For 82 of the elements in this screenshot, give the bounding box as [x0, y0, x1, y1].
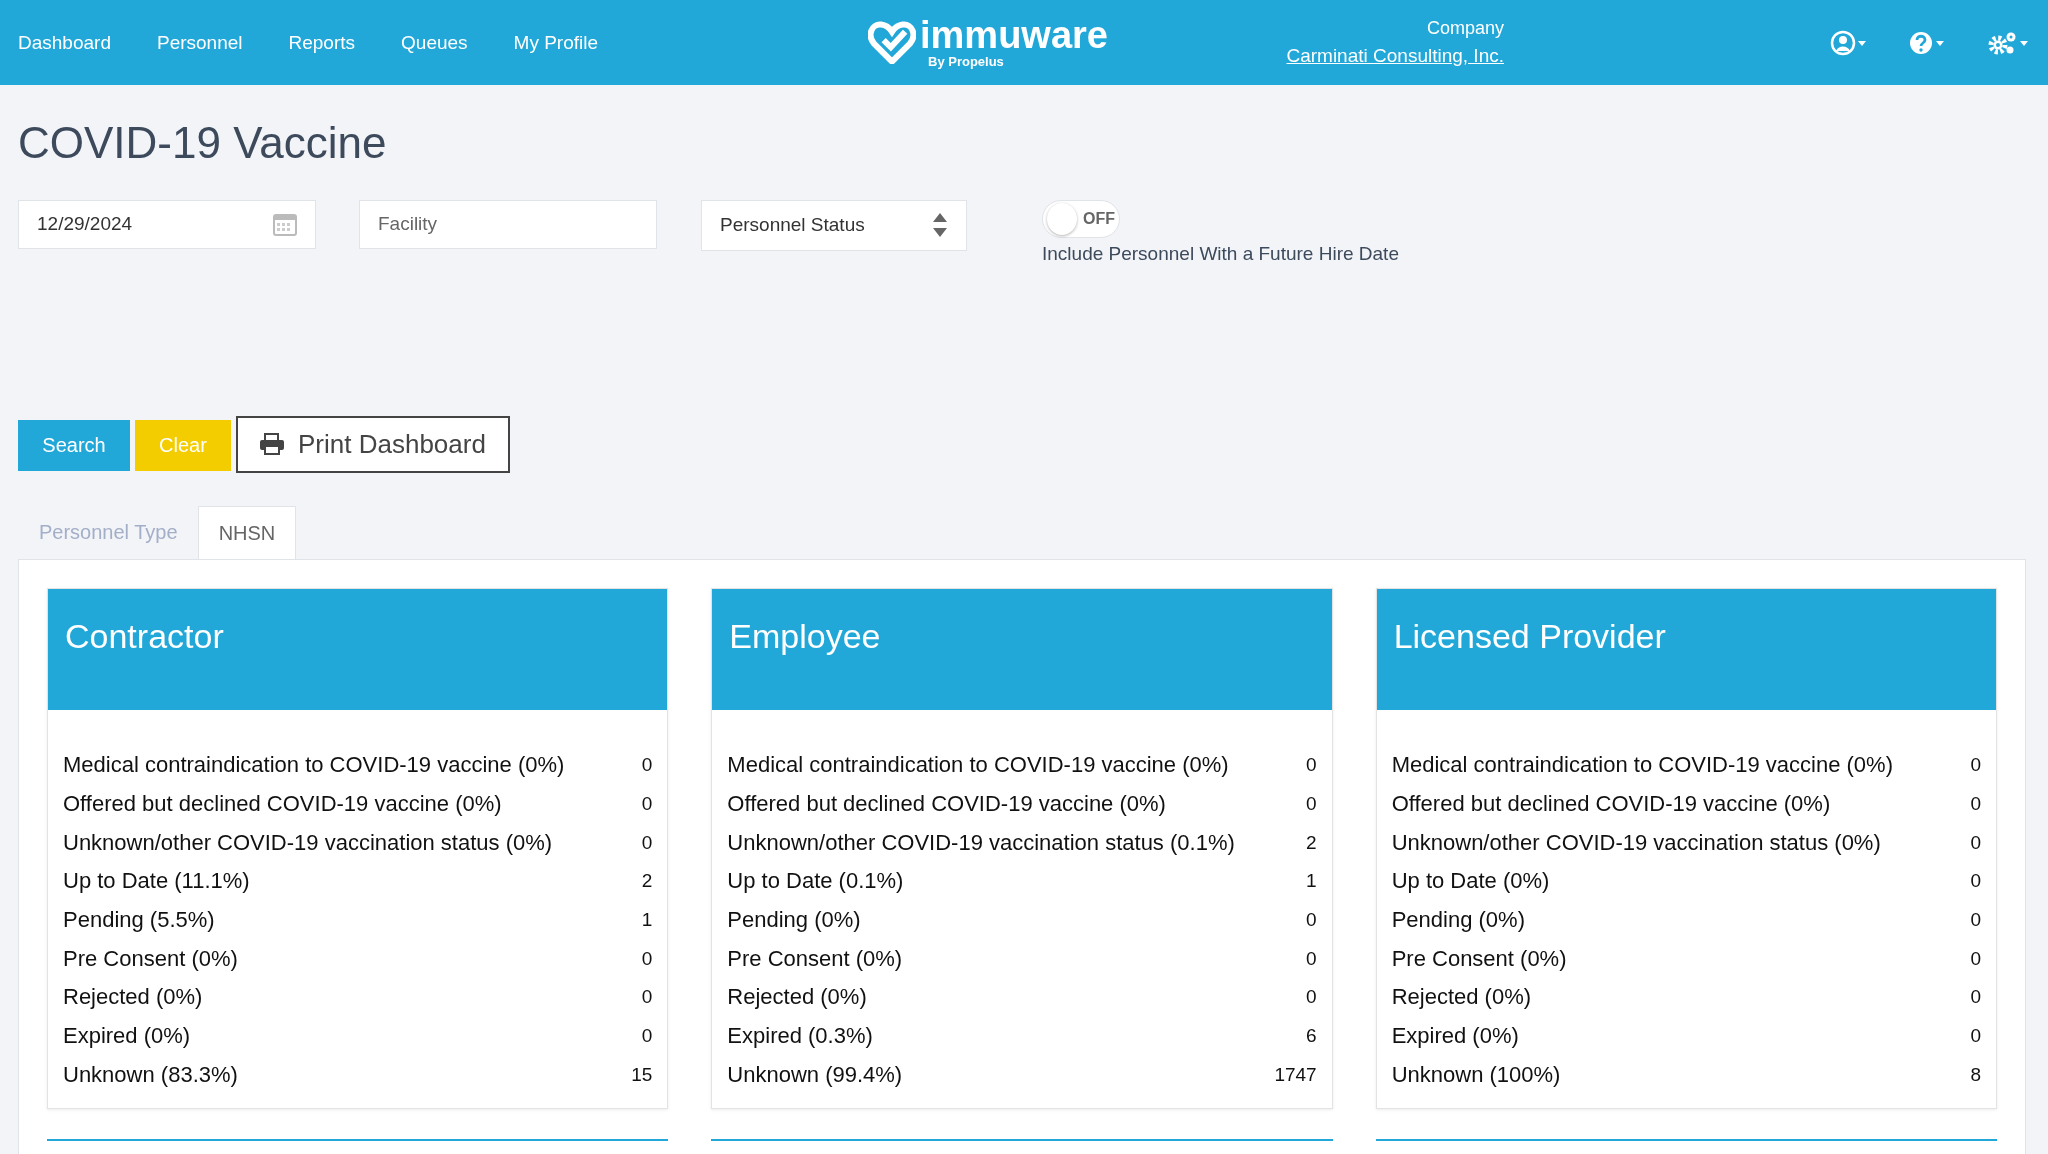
status-label: Unknown/other COVID-19 vaccination status (0%) [1391, 829, 1881, 856]
card-title: Contractor [65, 616, 224, 655]
status-count: 0 [641, 986, 653, 1009]
status-label: Expired (0%) [63, 1022, 191, 1049]
status-count: 0 [1970, 831, 1981, 854]
printer-icon [260, 433, 284, 456]
status-label: Up to Date (11.1%) [63, 868, 250, 895]
status-label: Expired (0%) [1391, 1022, 1519, 1049]
status-label: Unknown (99.4%) [727, 1061, 903, 1088]
status-count: 0 [1306, 754, 1317, 777]
status-label: Unknown/other COVID-19 vaccination status (0%) [63, 829, 553, 856]
status-count: 1 [641, 908, 653, 931]
status-label: Medical contraindication to COVID-19 vaccine (0%) [727, 752, 1229, 779]
status-count: 0 [641, 1024, 653, 1047]
status-count: 0 [1970, 870, 1981, 893]
sort-arrows-icon [932, 212, 948, 239]
status-label: Medical contraindication to COVID-19 vaccine (0%) [1391, 752, 1893, 779]
company-label: Company [1426, 18, 1504, 39]
action-button[interactable]: Search [18, 419, 130, 471]
action-button[interactable]: Print Dashboard [236, 415, 510, 473]
status-label: Unknown (83.3%) [63, 1061, 238, 1088]
page-title: COVID-19 Vaccine [18, 117, 388, 169]
status-label: Up to Date (0.1%) [727, 868, 904, 895]
calendar-icon [273, 212, 297, 237]
status-label: Pending (0%) [1391, 906, 1525, 933]
status-count: 8 [1970, 1063, 1981, 1086]
logo-wordmark: immuware [920, 16, 1108, 54]
status-label: Medical contraindication to COVID-19 vaccine (0%) [63, 752, 565, 779]
status-count: 15 [631, 1063, 653, 1086]
status-label: Pre Consent (0%) [1391, 945, 1567, 972]
status-label: Pre Consent (0%) [63, 945, 238, 972]
nav-link[interactable]: Dashboard [18, 31, 111, 54]
logo-byline: By Propelus [928, 54, 1005, 69]
status-count: 0 [1306, 947, 1317, 970]
heart-check-icon [868, 21, 916, 64]
status-count: 0 [641, 947, 653, 970]
status-label: Expired (0.3%) [727, 1022, 873, 1049]
status-label: Offered but declined COVID-19 vaccine (0%) [1391, 790, 1831, 817]
status-label: Rejected (0%) [727, 984, 867, 1011]
personnel-status-select[interactable]: Personnel Status [701, 199, 967, 251]
status-label: Unknown (100%) [1391, 1061, 1561, 1088]
status-count: 0 [641, 754, 653, 777]
card-title: Employee [729, 616, 881, 655]
status-count: 0 [1970, 1024, 1981, 1047]
status-label: Pending (5.5%) [63, 906, 215, 933]
company-link[interactable]: Carminati Consulting, Inc. [1286, 45, 1504, 67]
status-count: 0 [1970, 754, 1981, 777]
status-count: 0 [1970, 947, 1981, 970]
nav-link[interactable]: Queues [401, 31, 468, 54]
status-label: Pending (0%) [727, 906, 861, 933]
status-count: 1747 [1274, 1063, 1317, 1086]
user-menu-button[interactable] [1830, 28, 1868, 57]
nav-link[interactable]: Reports [288, 31, 356, 54]
status-count: 0 [641, 831, 653, 854]
tab[interactable]: Personnel Type [19, 505, 198, 558]
status-count: 0 [1306, 792, 1317, 815]
action-button[interactable]: Clear [135, 419, 231, 471]
status-label: Offered but declined COVID-19 vaccine (0%) [63, 790, 502, 817]
nav-link[interactable]: My Profile [513, 31, 599, 54]
status-count: 0 [641, 792, 653, 815]
status-label: Pre Consent (0%) [727, 945, 903, 972]
status-count: 0 [1970, 908, 1981, 931]
status-label: Unknown/other COVID-19 vaccination status (0.1%) [727, 829, 1235, 856]
facility-field[interactable]: Facility [359, 199, 657, 249]
card-title: Licensed Provider [1393, 616, 1666, 655]
status-count: 6 [1306, 1024, 1317, 1047]
status-count: 2 [1306, 831, 1317, 854]
nav-link[interactable]: Personnel [156, 31, 243, 54]
status-count: 2 [641, 870, 653, 893]
date-field[interactable]: 12/29/2024 [18, 199, 316, 249]
status-count: 1 [1306, 870, 1317, 893]
status-count: 0 [1970, 986, 1981, 1009]
status-label: Offered but declined COVID-19 vaccine (0%) [727, 790, 1166, 817]
status-count: 0 [1306, 908, 1317, 931]
status-count: 0 [1970, 792, 1981, 815]
tab[interactable]: NHSN [197, 505, 297, 559]
status-count: 0 [1306, 986, 1317, 1009]
future-hire-label: Include Personnel With a Future Hire Date [1042, 241, 1400, 266]
toggle-switch[interactable]: OFF [1042, 199, 1120, 238]
status-label: Up to Date (0%) [1391, 868, 1550, 895]
status-label: Rejected (0%) [1391, 984, 1532, 1011]
status-label: Rejected (0%) [63, 984, 203, 1011]
